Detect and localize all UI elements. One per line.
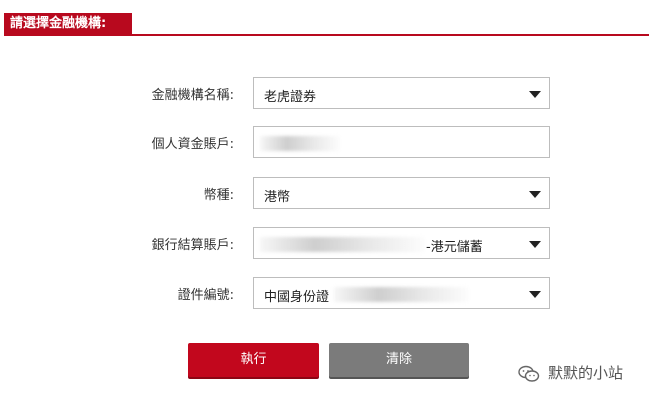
bank-account-value: -港元儲蓄	[426, 240, 483, 255]
redacted-block	[260, 136, 340, 151]
redacted-block	[334, 287, 469, 302]
redacted-block	[260, 237, 425, 252]
section-header: 請選擇金融機構:	[0, 0, 649, 36]
chevron-down-icon	[529, 91, 541, 98]
personal-account-row: 個人資金賬戶:	[0, 126, 649, 158]
personal-account-label: 個人資金賬戶:	[151, 137, 234, 152]
id-document-value: 中國身份證	[264, 290, 330, 305]
institution-row: 金融機構名稱: 老虎證券	[0, 77, 649, 109]
personal-account-input[interactable]	[253, 126, 550, 158]
chevron-down-icon	[529, 291, 541, 298]
institution-label: 金融機構名稱:	[151, 88, 234, 103]
institution-value: 老虎證券	[264, 90, 317, 105]
wechat-icon	[518, 365, 540, 382]
id-document-row: 證件編號: 中國身份證	[0, 277, 649, 309]
chevron-down-icon	[529, 191, 541, 198]
bank-account-row: 銀行結算賬戶: -港元儲蓄	[0, 227, 649, 259]
chevron-down-icon	[529, 241, 541, 248]
bank-account-label: 銀行結算賬戶:	[151, 238, 234, 253]
clear-button[interactable]: 清除	[329, 343, 469, 377]
watermark-text: 默默的小站	[548, 364, 624, 382]
id-document-label: 證件編號:	[177, 288, 234, 303]
institution-select[interactable]: 老虎證券	[253, 77, 550, 109]
currency-row: 幣種: 港幣	[0, 177, 649, 209]
bank-account-select[interactable]: -港元儲蓄	[253, 227, 550, 259]
id-document-select[interactable]: 中國身份證	[253, 277, 550, 309]
header-divider	[4, 34, 649, 36]
execute-button[interactable]: 執行	[188, 343, 319, 377]
currency-value: 港幣	[264, 190, 291, 205]
currency-select[interactable]: 港幣	[253, 177, 550, 209]
section-title: 請選擇金融機構:	[4, 13, 132, 35]
currency-label: 幣種:	[203, 188, 234, 203]
watermark: 默默的小站	[518, 362, 623, 383]
